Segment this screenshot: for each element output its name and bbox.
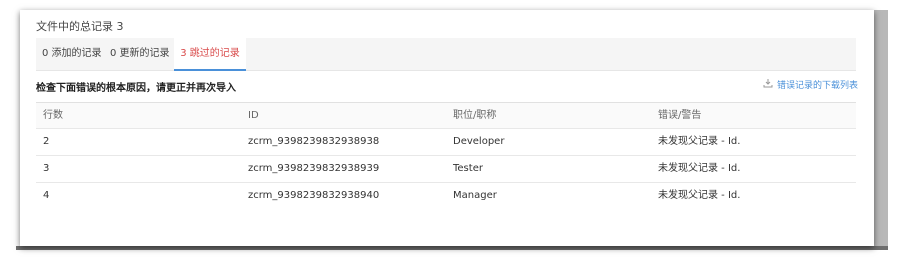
screenshot-stage: 文件中的总记录 3 0 添加的记录 0 更新的记录 3 跳过的记录 检查下面错误… [0, 0, 905, 258]
tab-added-records[interactable]: 0 添加的记录 [42, 38, 106, 70]
id-cell: zcrm_9398239832938939 [248, 163, 380, 174]
tab-skipped-records[interactable]: 3 跳过的记录 [174, 38, 246, 71]
tab-label: 0 添加的记录 [42, 48, 102, 59]
row-number-cell: 2 [43, 136, 50, 147]
table-row: 4 zcrm_9398239832938940 Manager 未发现父记录 -… [36, 183, 856, 209]
tab-label: 3 跳过的记录 [180, 48, 240, 59]
column-header-title: 职位/职称 [453, 110, 497, 121]
total-records-summary: 文件中的总记录 3 [36, 18, 124, 34]
panel-bottom-edge [16, 246, 888, 250]
import-results-panel: 文件中的总记录 3 0 添加的记录 0 更新的记录 3 跳过的记录 检查下面错误… [20, 10, 874, 246]
row-number-cell: 3 [43, 163, 50, 174]
table-row: 2 zcrm_9398239832938938 Developer 未发现父记录… [36, 129, 856, 156]
column-header-row-number: 行数 [43, 110, 63, 121]
id-cell: zcrm_9398239832938938 [248, 136, 380, 147]
skipped-records-table: 行数 ID 职位/职称 错误/警告 2 zcrm_939823983293893… [36, 102, 856, 209]
tab-label: 0 更新的记录 [110, 48, 170, 59]
title-cell: Tester [453, 163, 483, 174]
title-cell: Developer [453, 136, 505, 147]
column-header-id: ID [248, 110, 259, 121]
download-icon [763, 78, 773, 91]
error-hint-text: 检查下面错误的根本原因，请更正并再次导入 [36, 83, 236, 94]
table-header-row: 行数 ID 职位/职称 错误/警告 [36, 103, 856, 129]
error-cell: 未发现父记录 - Id. [658, 136, 741, 147]
row-number-cell: 4 [43, 190, 50, 201]
scroll-gutter [874, 10, 888, 248]
title-cell: Manager [453, 190, 497, 201]
download-label: 错误记录的下载列表 [776, 81, 858, 91]
id-cell: zcrm_9398239832938940 [248, 190, 380, 201]
column-header-error: 错误/警告 [658, 110, 702, 121]
error-cell: 未发现父记录 - Id. [658, 190, 741, 201]
results-tabs: 0 添加的记录 0 更新的记录 3 跳过的记录 [36, 38, 856, 71]
tab-updated-records[interactable]: 0 更新的记录 [110, 38, 174, 70]
download-error-list-link[interactable]: 错误记录的下载列表 [763, 78, 858, 91]
table-row: 3 zcrm_9398239832938939 Tester 未发现父记录 - … [36, 156, 856, 183]
total-records-label: 文件中的总记录 [36, 20, 113, 33]
total-records-count: 3 [116, 20, 124, 33]
error-cell: 未发现父记录 - Id. [658, 163, 741, 174]
